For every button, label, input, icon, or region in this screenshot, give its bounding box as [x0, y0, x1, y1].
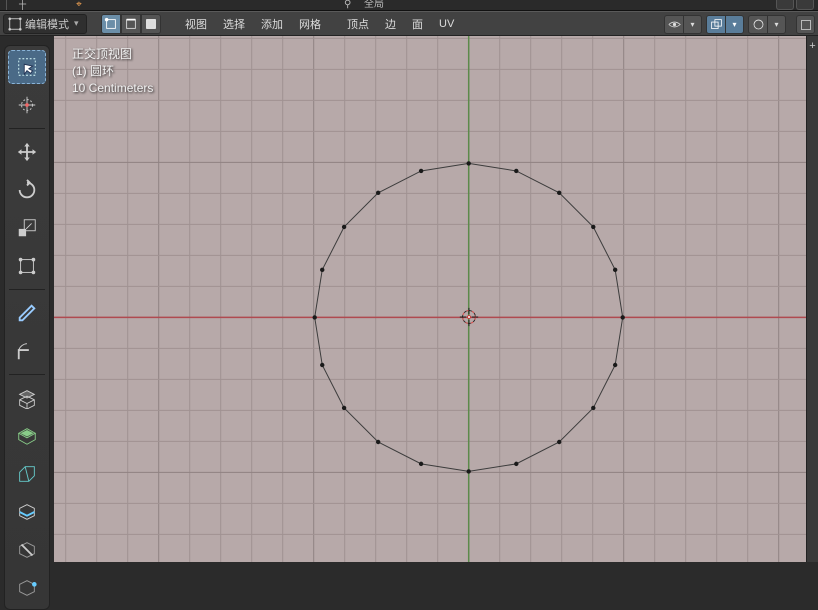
- vertex[interactable]: [419, 462, 423, 466]
- vertex[interactable]: [320, 268, 324, 272]
- tool-bevel[interactable]: [8, 457, 46, 491]
- overlays-toggle[interactable]: ▾: [664, 15, 702, 34]
- axes-widget-stub: ┼: [15, 0, 30, 10]
- separator: [9, 374, 45, 375]
- loop-cut-icon: [16, 501, 38, 523]
- tool-panel: [4, 45, 50, 610]
- tool-extrude-region[interactable]: [8, 381, 46, 415]
- tool-move[interactable]: [8, 135, 46, 169]
- vertex[interactable]: [514, 169, 518, 173]
- vertex[interactable]: [376, 440, 380, 444]
- vertex[interactable]: [613, 363, 617, 367]
- menu-mesh[interactable]: 网格: [293, 14, 327, 33]
- face-icon: [144, 17, 158, 31]
- transform-icon: [16, 255, 38, 277]
- scale-icon: [16, 217, 38, 239]
- chevron-down-icon: ▾: [72, 18, 79, 29]
- maximize-area-button[interactable]: [796, 15, 815, 34]
- top-header-strip: ┼ ⌖ ⚲ 全局: [0, 0, 818, 11]
- vertex[interactable]: [591, 225, 595, 229]
- vertex[interactable]: [514, 462, 518, 466]
- rotate-icon: [16, 179, 38, 201]
- vertex[interactable]: [557, 440, 561, 444]
- mode-selector-label: 编辑模式: [25, 16, 69, 32]
- tool-measure[interactable]: [8, 334, 46, 368]
- vertex[interactable]: [621, 315, 625, 319]
- eye-icon: [668, 18, 681, 31]
- annotate-icon: [16, 302, 38, 324]
- viewport-grid: [54, 36, 808, 562]
- xray-toggle[interactable]: ▾: [706, 15, 744, 34]
- shading-wire-icon: [752, 18, 765, 31]
- viewport-3d[interactable]: 正交顶视图 (1) 圆环 10 Centimeters: [54, 36, 808, 562]
- separator: [9, 289, 45, 290]
- vertex[interactable]: [591, 406, 595, 410]
- tool-loop-cut[interactable]: [8, 495, 46, 529]
- tool-annotate[interactable]: [8, 296, 46, 330]
- selection-mode-group: [101, 14, 161, 34]
- menu-uv[interactable]: UV: [433, 14, 460, 33]
- filter-btn-stub[interactable]: [776, 0, 794, 10]
- face-select-mode[interactable]: [141, 14, 161, 34]
- vertex[interactable]: [613, 268, 617, 272]
- vertex[interactable]: [557, 191, 561, 195]
- select-box-icon: [16, 56, 38, 78]
- tool-select-box[interactable]: [8, 50, 46, 84]
- shading-pill[interactable]: ▾: [748, 15, 786, 34]
- edge-select-mode[interactable]: [121, 14, 141, 34]
- measure-icon: [16, 340, 38, 362]
- tool-transform[interactable]: [8, 249, 46, 283]
- vertex[interactable]: [467, 161, 471, 165]
- orientation-text-stub: 全局: [360, 0, 388, 10]
- vertex[interactable]: [313, 315, 317, 319]
- vertex-select-mode[interactable]: [101, 14, 121, 34]
- options-btn-stub[interactable]: [796, 0, 814, 10]
- cursor-widget-stub: ⌖: [72, 0, 86, 10]
- orientation-label-stub: ⚲: [340, 0, 355, 10]
- tool-cursor-3d[interactable]: [8, 88, 46, 122]
- xray-icon: [710, 18, 723, 31]
- vertex[interactable]: [342, 406, 346, 410]
- move-icon: [16, 141, 38, 163]
- knife-icon: [16, 539, 38, 561]
- menu-add[interactable]: 添加: [255, 14, 289, 33]
- chevron-down-icon: ▾: [732, 20, 736, 29]
- viewport-header: 编辑模式 ▾ 视图 选择 添加 网格 顶点 边 面 UV: [0, 11, 818, 36]
- vertex[interactable]: [342, 225, 346, 229]
- inset-icon: [16, 425, 38, 447]
- edit-mode-icon: [8, 17, 22, 31]
- menu-view[interactable]: 视图: [179, 14, 213, 33]
- menu-edge[interactable]: 边: [379, 14, 402, 33]
- menu-vertex[interactable]: 顶点: [341, 14, 375, 33]
- chevron-down-icon: ▾: [774, 20, 778, 29]
- poly-build-icon: [16, 577, 38, 599]
- bevel-icon: [16, 463, 38, 485]
- tool-rotate[interactable]: [8, 173, 46, 207]
- edge-icon: [124, 17, 138, 31]
- menu-face[interactable]: 面: [406, 14, 429, 33]
- tool-inset-faces[interactable]: [8, 419, 46, 453]
- separator: [9, 128, 45, 129]
- maximize-icon: [800, 19, 812, 31]
- chevron-down-icon: ▾: [690, 20, 694, 29]
- vertex[interactable]: [419, 169, 423, 173]
- tool-scale[interactable]: [8, 211, 46, 245]
- extrude-icon: [16, 387, 38, 409]
- vertex-icon: [104, 17, 118, 31]
- menu-select[interactable]: 选择: [217, 14, 251, 33]
- vertex[interactable]: [467, 469, 471, 473]
- mode-selector[interactable]: 编辑模式 ▾: [3, 14, 87, 34]
- vertex[interactable]: [376, 191, 380, 195]
- n-panel-handle[interactable]: +: [806, 36, 818, 562]
- cursor-3d-icon: [16, 94, 38, 116]
- vertex[interactable]: [320, 363, 324, 367]
- expand-panel-icon: +: [808, 39, 818, 53]
- tool-poly-build[interactable]: [8, 571, 46, 605]
